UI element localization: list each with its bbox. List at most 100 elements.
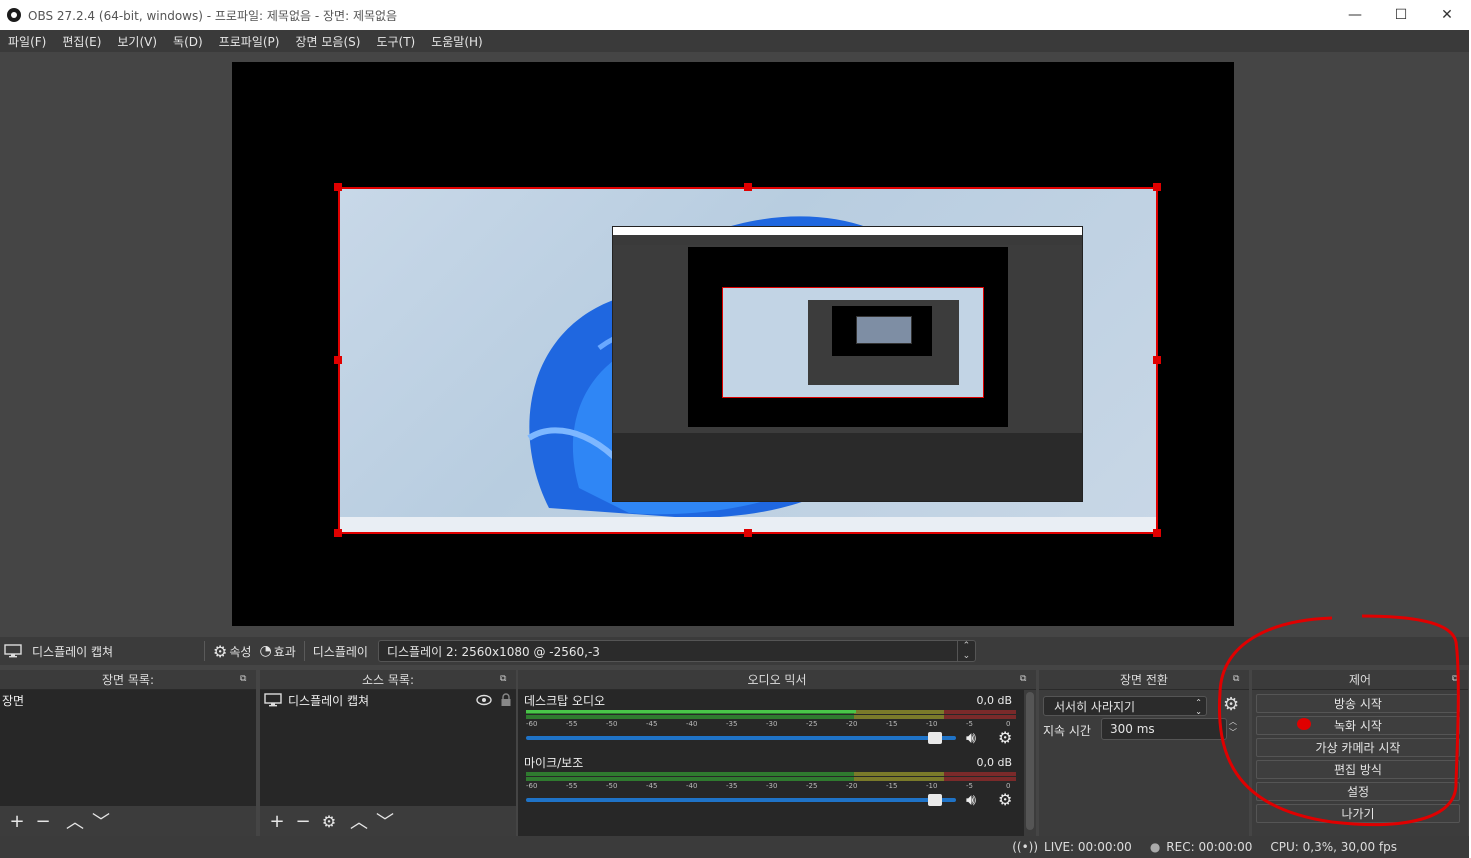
selected-source: 디스플레이 캡쳐 bbox=[0, 643, 200, 660]
sources-list[interactable]: 디스플레이 캡쳐 bbox=[260, 690, 516, 806]
start-virtual-camera-button[interactable]: 가상 카메라 시작 bbox=[1256, 738, 1460, 757]
properties-button[interactable]: ⚙ 속성 bbox=[209, 642, 255, 661]
resize-handle-b[interactable] bbox=[744, 529, 752, 537]
meter-tick-label: -30 bbox=[766, 720, 778, 728]
mixer-track: 데스크탑 오디오 0,0 dB -60 -55 -50 -45 -40 -35 -30 -25… bbox=[522, 692, 1016, 752]
menu-view[interactable]: 보기(V) bbox=[109, 33, 165, 50]
add-icon[interactable]: + bbox=[264, 809, 290, 833]
meter-tick-label: -45 bbox=[646, 782, 658, 790]
remove-icon[interactable]: − bbox=[290, 809, 316, 833]
meter-tick-label: -50 bbox=[606, 720, 618, 728]
meter-tick-label: -30 bbox=[766, 782, 778, 790]
scene-item[interactable]: 장면 bbox=[0, 690, 256, 710]
menu-edit[interactable]: 편집(E) bbox=[54, 33, 109, 50]
meter-tick-label: -45 bbox=[646, 720, 658, 728]
menu-tools[interactable]: 도구(T) bbox=[368, 33, 423, 50]
display-select[interactable]: 디스플레이 2: 2560x1080 @ -2560,-3 ⌃ ⌄ bbox=[377, 640, 976, 662]
meter-tick-label: -35 bbox=[726, 720, 738, 728]
filters-button[interactable]: ◔ 효과 bbox=[255, 643, 299, 660]
resize-handle-r[interactable] bbox=[1153, 356, 1161, 364]
scenes-list[interactable]: 장면 bbox=[0, 690, 256, 806]
audio-mixer-panel: 오디오 믹서 ⧉ 데스크탑 오디오 0,0 dB -60 -55 -50 -45 -40-… bbox=[518, 670, 1036, 836]
volume-meter bbox=[526, 710, 1016, 720]
meter-tick-label: -40 bbox=[686, 782, 698, 790]
add-icon[interactable]: + bbox=[4, 809, 30, 833]
source-item[interactable]: 디스플레이 캡쳐 bbox=[260, 690, 516, 710]
remove-icon[interactable]: − bbox=[30, 809, 56, 833]
meter-ticks: -60 -55 -50 -45 -40 -35 -30 -25 -20 -15 -10 -5 0 bbox=[526, 720, 1016, 730]
lock-icon[interactable] bbox=[500, 693, 512, 707]
meter-tick-label: -25 bbox=[806, 782, 818, 790]
preview-area[interactable] bbox=[0, 52, 1469, 637]
duration-input[interactable]: 300 ms bbox=[1101, 718, 1227, 740]
meter-tick-label: -50 bbox=[606, 782, 618, 790]
filter-icon: ◔ bbox=[259, 643, 272, 659]
resize-handle-l[interactable] bbox=[334, 356, 342, 364]
float-dock-icon[interactable]: ⧉ bbox=[240, 674, 250, 684]
resize-handle-tl[interactable] bbox=[334, 183, 342, 191]
transition-select[interactable]: 서서히 사라지기 ⌃ ⌄ bbox=[1043, 696, 1207, 716]
gear-icon[interactable]: ⚙ bbox=[316, 809, 342, 833]
start-streaming-button[interactable]: 방송 시작 bbox=[1256, 694, 1460, 713]
divider bbox=[303, 641, 305, 661]
move-up-icon[interactable]: ︿ bbox=[62, 809, 88, 833]
float-dock-icon[interactable]: ⧉ bbox=[1233, 674, 1243, 684]
display-capture-source[interactable] bbox=[339, 188, 1157, 533]
sources-panel: 소스 목록: ⧉ 디스플레이 캡쳐 + − ⚙ ︿ ﹀ bbox=[260, 670, 516, 836]
source-toolbar: 디스플레이 캡쳐 ⚙ 속성 ◔ 효과 디스플레이 디스플레이 2: 2560x108… bbox=[0, 637, 1469, 665]
eye-icon[interactable] bbox=[476, 694, 492, 706]
scenes-title: 장면 목록: bbox=[101, 673, 155, 687]
menu-bar: 파일(F) 편집(E) 보기(V) 독(D) 프로파일(P) 장면 모음(S) … bbox=[0, 30, 1471, 52]
meter-tick-label: -60 bbox=[526, 782, 538, 790]
menu-help[interactable]: 도움말(H) bbox=[423, 33, 491, 50]
menu-docks[interactable]: 독(D) bbox=[165, 33, 211, 50]
monitor-icon bbox=[4, 644, 22, 658]
menu-scene-collection[interactable]: 장면 모음(S) bbox=[287, 33, 368, 50]
spin-arrows-icon[interactable]: ︿ ﹀ bbox=[1229, 716, 1243, 740]
speaker-icon[interactable]: 🔊︎ bbox=[966, 728, 976, 748]
preview-canvas[interactable] bbox=[232, 62, 1234, 626]
resize-handle-t[interactable] bbox=[744, 183, 752, 191]
sources-toolbar: + − ⚙ ︿ ﹀ bbox=[260, 806, 516, 836]
mixer-list: 데스크탑 오디오 0,0 dB -60 -55 -50 -45 -40 -35 -30 -25… bbox=[518, 690, 1024, 836]
maximize-button[interactable]: ☐ bbox=[1378, 0, 1424, 30]
title-bar: OBS 27.2.4 (64-bit, windows) - 프로파일: 제목없… bbox=[0, 0, 1471, 30]
exit-button[interactable]: 나가기 bbox=[1256, 804, 1460, 823]
meter-tick-label: -25 bbox=[806, 720, 818, 728]
move-up-icon[interactable]: ︿ bbox=[346, 809, 372, 833]
volume-slider-handle[interactable] bbox=[927, 732, 942, 744]
mixer-title: 오디오 믹서 bbox=[747, 673, 807, 687]
status-bar: ((•)) LIVE: 00:00:00 ● REC: 00:00:00 CPU: … bbox=[0, 836, 1469, 858]
menu-file[interactable]: 파일(F) bbox=[0, 33, 54, 50]
start-recording-button[interactable]: 녹화 시작 bbox=[1256, 716, 1460, 735]
volume-slider[interactable] bbox=[526, 798, 956, 802]
minimize-button[interactable]: — bbox=[1332, 0, 1378, 30]
gear-icon[interactable]: ⚙ bbox=[1223, 694, 1239, 715]
float-dock-icon[interactable]: ⧉ bbox=[1020, 674, 1030, 684]
resize-handle-bl[interactable] bbox=[334, 529, 342, 537]
float-dock-icon[interactable]: ⧉ bbox=[1452, 674, 1462, 684]
cpu-status: CPU: 0,3%, 30,00 fps bbox=[1270, 840, 1397, 854]
track-db: 0,0 dB bbox=[976, 694, 1012, 707]
gear-icon[interactable]: ⚙ bbox=[998, 728, 1012, 747]
volume-slider[interactable] bbox=[526, 736, 956, 740]
meter-tick-label: -60 bbox=[526, 720, 538, 728]
move-down-icon[interactable]: ﹀ bbox=[372, 809, 398, 833]
resize-handle-br[interactable] bbox=[1153, 529, 1161, 537]
volume-slider-handle[interactable] bbox=[927, 794, 942, 806]
resize-handle-tr[interactable] bbox=[1153, 183, 1161, 191]
studio-mode-button[interactable]: 편집 방식 bbox=[1256, 760, 1460, 779]
display-label: 디스플레이 bbox=[312, 644, 368, 659]
settings-button[interactable]: 설정 bbox=[1256, 782, 1460, 801]
mixer-scrollbar[interactable] bbox=[1026, 692, 1034, 830]
move-down-icon[interactable]: ﹀ bbox=[88, 809, 114, 833]
broadcast-icon: ((•)) bbox=[1012, 840, 1039, 854]
gear-icon[interactable]: ⚙ bbox=[998, 790, 1012, 809]
meter-tick-label: -10 bbox=[926, 782, 938, 790]
meter-tick-label: 0 bbox=[1006, 782, 1011, 790]
float-dock-icon[interactable]: ⧉ bbox=[500, 674, 510, 684]
menu-profile[interactable]: 프로파일(P) bbox=[211, 33, 288, 50]
close-button[interactable]: ✕ bbox=[1424, 0, 1470, 30]
speaker-icon[interactable]: 🔊︎ bbox=[966, 790, 976, 810]
window-title: OBS 27.2.4 (64-bit, windows) - 프로파일: 제목없… bbox=[28, 8, 398, 23]
